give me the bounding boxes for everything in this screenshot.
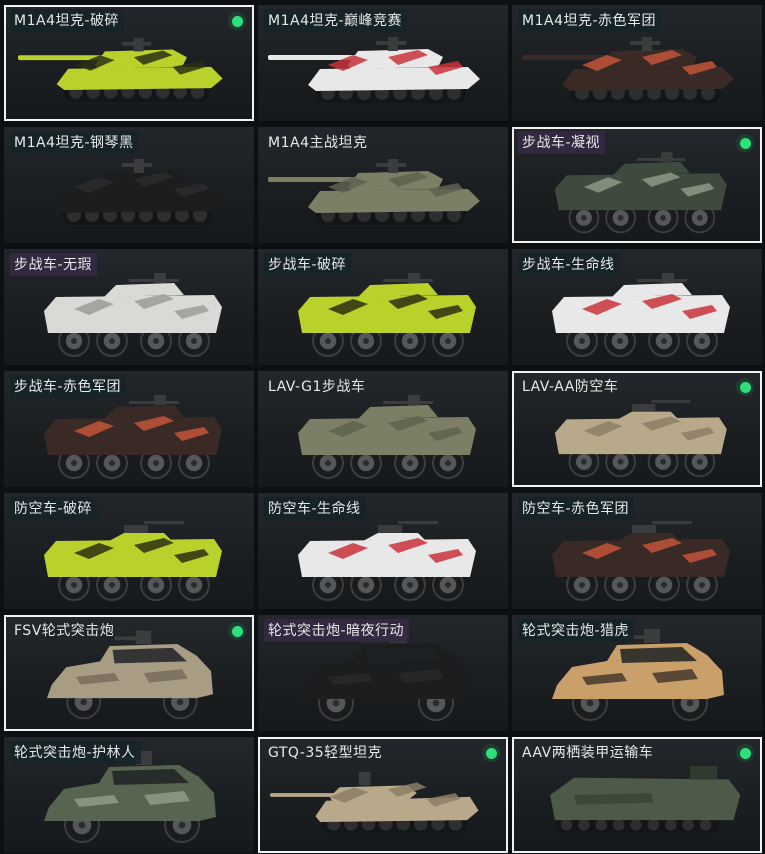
skin-name-label: M1A4坦克-巅峰竞赛 [264,9,408,32]
skin-card[interactable]: 步战车-生命线 [512,249,762,365]
skin-card[interactable]: M1A4坦克-钢琴黑 [4,127,254,243]
skin-name-label: 步战车-破碎 [264,253,352,276]
equipped-indicator-icon [736,378,754,396]
skin-name-label: M1A4主战坦克 [268,135,368,151]
skin-name-label: 轮式突击炮-护林人 [10,741,141,764]
skin-card[interactable]: M1A4坦克-赤色军团 [512,5,762,121]
skin-card[interactable]: 防空车-赤色军团 [512,493,762,609]
equipped-indicator-icon [736,744,754,762]
skin-card[interactable]: 轮式突击炮-暗夜行动 [258,615,508,731]
skin-name-label: 步战车-赤色军团 [10,375,127,398]
skin-card[interactable]: 步战车-赤色军团 [4,371,254,487]
skin-name-label: 轮式突击炮-猎虎 [518,619,635,642]
skin-name-label: 步战车-生命线 [518,253,620,276]
skin-name-label: 步战车-无瑕 [10,253,98,276]
equipped-indicator-icon [228,12,246,30]
skin-card[interactable]: 轮式突击炮-护林人 [4,737,254,853]
skin-card[interactable]: GTQ-35轻型坦克 [258,737,508,853]
skin-name-label: FSV轮式突击炮 [14,623,115,639]
skin-name-label: AAV两栖装甲运输车 [522,745,654,761]
vehicle-skin-grid: M1A4坦克-破碎 M1A4坦克-巅峰竞赛 M1A4坦克-赤色军团 M1A4坦克… [0,0,765,854]
skin-card[interactable]: M1A4坦克-巅峰竞赛 [258,5,508,121]
skin-card[interactable]: LAV-AA防空车 [512,371,762,487]
skin-name-label: M1A4坦克-钢琴黑 [10,131,139,154]
skin-name-label: 步战车-凝视 [518,131,606,154]
skin-name-label: LAV-G1步战车 [268,379,366,395]
equipped-indicator-icon [482,744,500,762]
skin-card[interactable]: 防空车-破碎 [4,493,254,609]
equipped-indicator-icon [228,622,246,640]
skin-name-label: M1A4坦克-赤色军团 [518,9,662,32]
skin-name-label: 轮式突击炮-暗夜行动 [264,619,410,642]
skin-name-label: 防空车-赤色军团 [518,497,635,520]
skin-card[interactable]: LAV-G1步战车 [258,371,508,487]
skin-name-label: GTQ-35轻型坦克 [268,745,383,761]
skin-name-label: 防空车-破碎 [10,497,98,520]
skin-name-label: 防空车-生命线 [264,497,366,520]
skin-card[interactable]: 步战车-破碎 [258,249,508,365]
skin-card[interactable]: FSV轮式突击炮 [4,615,254,731]
skin-card[interactable]: M1A4主战坦克 [258,127,508,243]
skin-name-label: M1A4坦克-破碎 [10,9,125,32]
skin-card[interactable]: 步战车-无瑕 [4,249,254,365]
skin-card[interactable]: 轮式突击炮-猎虎 [512,615,762,731]
skin-card[interactable]: 防空车-生命线 [258,493,508,609]
skin-card[interactable]: 步战车-凝视 [512,127,762,243]
skin-card[interactable]: AAV两栖装甲运输车 [512,737,762,853]
equipped-indicator-icon [736,134,754,152]
skin-name-label: LAV-AA防空车 [522,379,619,395]
skin-card[interactable]: M1A4坦克-破碎 [4,5,254,121]
